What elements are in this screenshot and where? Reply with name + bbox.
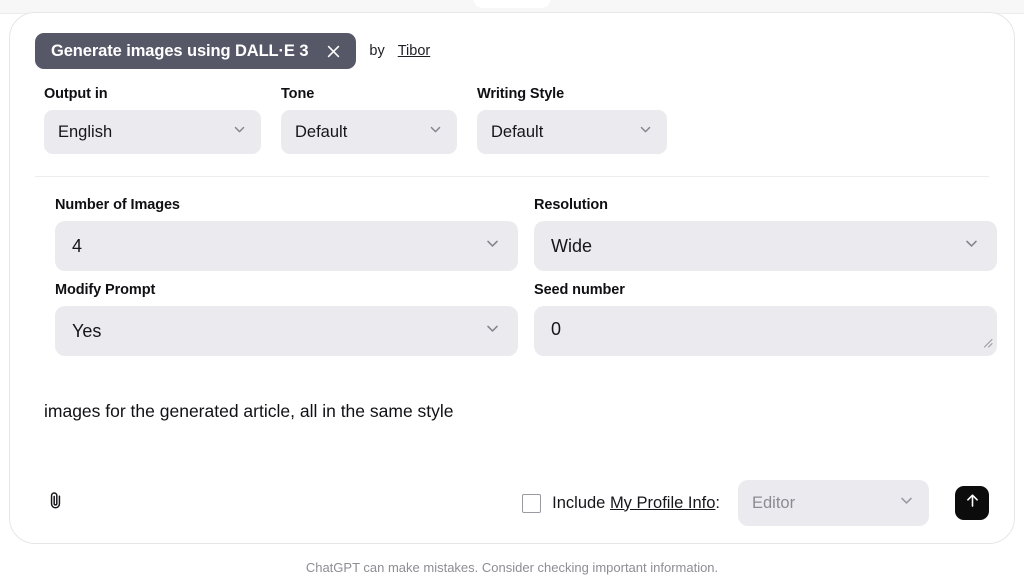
select-output-in[interactable]: English bbox=[44, 110, 261, 154]
chevron-down-icon bbox=[484, 320, 501, 342]
background-hidden-element bbox=[473, 0, 551, 8]
select-modify-prompt-value: Yes bbox=[72, 321, 484, 342]
send-button[interactable] bbox=[955, 486, 989, 520]
field-label-output-in: Output in bbox=[44, 86, 261, 102]
select-writing-style[interactable]: Default bbox=[477, 110, 667, 154]
include-prefix-text: Include bbox=[552, 494, 610, 512]
field-writing-style: Writing Style Default bbox=[477, 86, 667, 154]
chevron-down-icon bbox=[638, 122, 653, 142]
field-label-number-of-images: Number of Images bbox=[55, 197, 518, 213]
chevron-down-icon bbox=[428, 122, 443, 142]
plugin-header: Generate images using DALL·E 3 by Tibor bbox=[35, 33, 989, 69]
select-tone[interactable]: Default bbox=[281, 110, 457, 154]
select-modify-prompt[interactable]: Yes bbox=[55, 306, 518, 356]
chevron-down-icon bbox=[963, 235, 980, 257]
include-profile-group: Include My Profile Info: Editor bbox=[522, 480, 929, 526]
section-divider bbox=[35, 176, 989, 177]
select-writing-style-value: Default bbox=[491, 123, 638, 142]
select-number-of-images[interactable]: 4 bbox=[55, 221, 518, 271]
chevron-down-icon bbox=[898, 492, 915, 514]
include-profile-checkbox[interactable] bbox=[522, 494, 541, 513]
resize-grip-icon[interactable] bbox=[980, 335, 994, 354]
disclaimer-text: ChatGPT can make mistakes. Consider chec… bbox=[306, 560, 718, 575]
field-label-seed-number: Seed number bbox=[534, 282, 997, 298]
include-suffix-text: : bbox=[715, 494, 720, 512]
field-number-of-images: Number of Images 4 bbox=[55, 197, 518, 271]
include-profile-label[interactable]: Include My Profile Info: bbox=[552, 494, 720, 513]
field-label-resolution: Resolution bbox=[534, 197, 997, 213]
composer-action-bar: Include My Profile Info: Editor bbox=[35, 481, 989, 525]
field-label-writing-style: Writing Style bbox=[477, 86, 667, 102]
close-icon[interactable] bbox=[324, 42, 342, 60]
field-resolution: Resolution Wide bbox=[534, 197, 997, 271]
select-resolution-value: Wide bbox=[551, 236, 963, 257]
composer-card: Generate images using DALL·E 3 by Tibor … bbox=[9, 12, 1015, 544]
plugin-options-grid: Number of Images 4 Resolution Wide bbox=[35, 197, 989, 356]
attach-file-button[interactable] bbox=[38, 486, 72, 520]
author-link[interactable]: Tibor bbox=[398, 43, 431, 59]
paperclip-icon bbox=[45, 490, 66, 516]
select-tone-value: Default bbox=[295, 123, 428, 142]
plugin-pill[interactable]: Generate images using DALL·E 3 bbox=[35, 33, 356, 69]
plugin-name: Generate images using DALL·E 3 bbox=[51, 42, 308, 61]
select-profile-role[interactable]: Editor bbox=[738, 480, 929, 526]
select-number-of-images-value: 4 bbox=[72, 236, 484, 257]
prompt-text: images for the generated article, all in… bbox=[44, 401, 454, 421]
select-output-in-value: English bbox=[58, 123, 232, 142]
select-resolution[interactable]: Wide bbox=[534, 221, 997, 271]
field-tone: Tone Default bbox=[281, 86, 457, 154]
top-options-row: Output in English Tone Default bbox=[35, 86, 989, 154]
chevron-down-icon bbox=[232, 122, 247, 142]
prompt-input[interactable]: images for the generated article, all in… bbox=[35, 400, 989, 436]
my-profile-info-link[interactable]: My Profile Info bbox=[610, 494, 715, 512]
field-modify-prompt: Modify Prompt Yes bbox=[55, 282, 518, 356]
field-label-tone: Tone bbox=[281, 86, 457, 102]
textarea-seed-number-value: 0 bbox=[551, 319, 561, 339]
field-output-in: Output in English bbox=[44, 86, 261, 154]
field-seed-number: Seed number 0 bbox=[534, 282, 997, 356]
arrow-up-icon bbox=[963, 491, 982, 515]
field-label-modify-prompt: Modify Prompt bbox=[55, 282, 518, 298]
select-profile-role-value: Editor bbox=[752, 494, 898, 513]
textarea-seed-number[interactable]: 0 bbox=[534, 306, 997, 356]
by-label: by bbox=[369, 43, 384, 59]
disclaimer-footer: ChatGPT can make mistakes. Consider chec… bbox=[0, 560, 1024, 575]
chevron-down-icon bbox=[484, 235, 501, 257]
